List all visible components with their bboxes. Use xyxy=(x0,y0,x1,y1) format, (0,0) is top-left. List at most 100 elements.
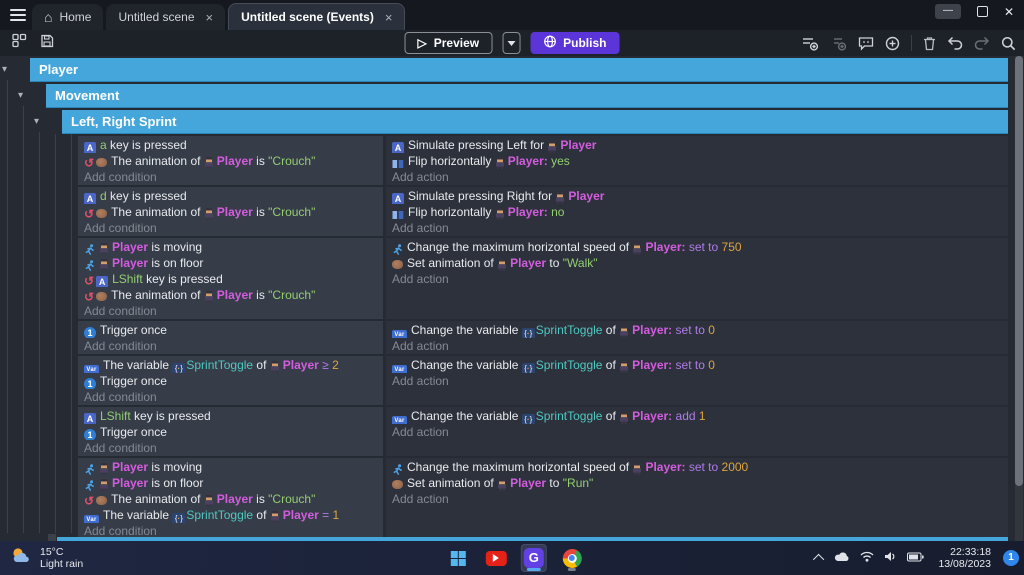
windows-start-icon[interactable] xyxy=(445,544,471,572)
chrome-icon[interactable] xyxy=(559,544,585,572)
redo-icon[interactable] xyxy=(974,36,990,50)
weather-widget[interactable]: 15°C Light rain xyxy=(10,546,83,570)
tab-untitled-scene-events[interactable]: Untitled scene (Events) × xyxy=(228,3,406,30)
condition-line[interactable]: ↺ The animation of Player is "Crouch" xyxy=(78,204,383,220)
add-condition-button[interactable]: Add condition xyxy=(78,338,383,354)
add-condition-button[interactable]: Add condition xyxy=(78,303,383,319)
action-line[interactable]: Var Change the variable {·} SprintToggle o… xyxy=(386,408,1008,424)
condition-line[interactable]: Player is moving xyxy=(78,459,383,475)
delete-icon[interactable] xyxy=(923,36,936,51)
text-token: 0 xyxy=(708,358,715,372)
preview-button[interactable]: ▷ Preview xyxy=(404,32,493,54)
speaker-icon[interactable] xyxy=(884,549,897,567)
add-condition-button[interactable]: Add condition xyxy=(78,220,383,236)
condition-line[interactable]: 1 Trigger once xyxy=(78,424,383,440)
text-token: = xyxy=(318,508,333,522)
action-line[interactable]: Set animation of Player to "Run" xyxy=(386,475,1008,491)
tab-untitled-scene[interactable]: Untitled scene × xyxy=(106,4,226,30)
conditions-column: Player is moving Player is on floor ↺ A LShi… xyxy=(78,238,383,319)
condition-line[interactable]: 1 Trigger once xyxy=(78,322,383,338)
add-action-button[interactable]: Add action xyxy=(386,338,1008,354)
condition-line[interactable]: Var The variable {·} SprintToggle of Playe… xyxy=(78,507,383,523)
gdevelop-icon[interactable]: G xyxy=(520,544,547,572)
invert-icon: ↺ xyxy=(84,290,95,303)
action-line[interactable]: Set animation of Player to "Walk" xyxy=(386,255,1008,271)
gdevelop-window: ⌂ Home Untitled scene × Untitled scene (… xyxy=(0,0,1024,575)
preview-dropdown-button[interactable] xyxy=(502,32,521,54)
text-token: Simulate pressing Left for xyxy=(408,138,548,152)
action-line[interactable]: A Simulate pressing Right for Player xyxy=(386,188,1008,204)
scrollbar-thumb[interactable] xyxy=(1015,56,1023,486)
wifi-icon[interactable] xyxy=(860,549,874,567)
condition-line[interactable]: Var The variable {·} SprintToggle of Playe… xyxy=(78,357,383,373)
condition-line[interactable]: Player is on floor xyxy=(78,255,383,271)
action-line[interactable]: Change the maximum horizontal speed of P… xyxy=(386,239,1008,255)
add-action-button[interactable]: Add action xyxy=(386,373,1008,389)
text-token: Set animation of xyxy=(407,256,498,270)
save-icon[interactable] xyxy=(40,34,54,53)
text-token: is moving xyxy=(148,460,203,474)
add-event-icon[interactable] xyxy=(802,36,819,51)
clock[interactable]: 22:33:18 13/08/2023 xyxy=(938,546,991,570)
circle-add-icon[interactable] xyxy=(885,36,900,51)
action-line[interactable]: Var Change the variable {·} SprintToggle o… xyxy=(386,357,1008,373)
condition-line[interactable]: A LShift key is pressed xyxy=(78,408,383,424)
event-row: Aa key is pressed ↺ The animation of Playe… xyxy=(78,136,1008,185)
cloud-icon[interactable] xyxy=(834,549,850,567)
action-line[interactable]: Change the maximum horizontal speed of P… xyxy=(386,459,1008,475)
battery-icon[interactable] xyxy=(907,549,925,567)
search-icon[interactable] xyxy=(1001,36,1016,51)
add-subevent-icon[interactable] xyxy=(830,36,847,51)
close-icon[interactable]: × xyxy=(385,10,393,25)
event-rows: Aa key is pressed ↺ The animation of Playe… xyxy=(78,136,1008,539)
close-window-button[interactable]: ✕ xyxy=(1004,6,1014,18)
text-token: d xyxy=(100,189,107,203)
chevron-up-icon[interactable] xyxy=(813,553,825,566)
condition-line[interactable]: Player is on floor xyxy=(78,475,383,491)
add-condition-button[interactable]: Add condition xyxy=(78,440,383,456)
add-action-button[interactable]: Add action xyxy=(386,271,1008,287)
action-line[interactable]: Flip horizontally Player: no xyxy=(386,204,1008,220)
tab-home[interactable]: ⌂ Home xyxy=(32,4,104,30)
text-token: Trigger once xyxy=(100,374,167,388)
group-header-left-right-sprint[interactable]: Left, Right Sprint xyxy=(62,110,1008,134)
condition-line[interactable]: ↺ The animation of Player is "Crouch" xyxy=(78,491,383,507)
add-condition-button[interactable]: Add condition xyxy=(78,169,383,185)
text-token: Player xyxy=(112,256,149,270)
add-action-button[interactable]: Add action xyxy=(386,424,1008,440)
close-icon[interactable]: × xyxy=(206,10,214,25)
condition-line[interactable]: Aa key is pressed xyxy=(78,137,383,153)
taskbar-apps: G xyxy=(445,544,585,572)
condition-line[interactable]: Player is moving xyxy=(78,239,383,255)
add-condition-button[interactable]: Add condition xyxy=(78,389,383,405)
text-token: "Run" xyxy=(562,476,594,490)
action-line[interactable]: Var Change the variable {·} SprintToggle o… xyxy=(386,322,1008,338)
text-token: Player: xyxy=(632,323,673,337)
group-header-movement[interactable]: Movement xyxy=(46,84,1008,108)
add-action-button[interactable]: Add action xyxy=(386,169,1008,185)
notification-badge[interactable]: 1 xyxy=(1003,550,1019,566)
action-line[interactable]: A Simulate pressing Left for Player xyxy=(386,137,1008,153)
youtube-icon[interactable] xyxy=(483,544,509,572)
condition-line[interactable]: ↺ The animation of Player is "Crouch" xyxy=(78,287,383,303)
hamburger-menu-icon[interactable] xyxy=(10,9,26,24)
text-token: SprintToggle xyxy=(186,508,254,522)
condition-line[interactable]: 1 Trigger once xyxy=(78,373,383,389)
condition-line[interactable]: ↺ A LShift key is pressed xyxy=(78,271,383,287)
panels-icon[interactable] xyxy=(12,33,27,53)
maximize-button[interactable] xyxy=(976,6,988,17)
publish-button[interactable]: Publish xyxy=(530,32,620,54)
condition-line[interactable]: Ad key is pressed xyxy=(78,188,383,204)
minimize-button[interactable]: — xyxy=(934,4,961,19)
clock-date: 13/08/2023 xyxy=(938,558,991,570)
play-icon: ▷ xyxy=(417,36,427,50)
condition-line[interactable]: ↺ The animation of Player is "Crouch" xyxy=(78,153,383,169)
add-action-button[interactable]: Add action xyxy=(386,491,1008,507)
animation-icon xyxy=(96,292,108,301)
action-line[interactable]: Flip horizontally Player: yes xyxy=(386,153,1008,169)
group-header-player[interactable]: Player xyxy=(30,58,1008,82)
add-action-button[interactable]: Add action xyxy=(386,220,1008,236)
add-comment-icon[interactable] xyxy=(858,36,874,51)
text-token: of xyxy=(253,508,270,522)
undo-icon[interactable] xyxy=(947,36,963,50)
